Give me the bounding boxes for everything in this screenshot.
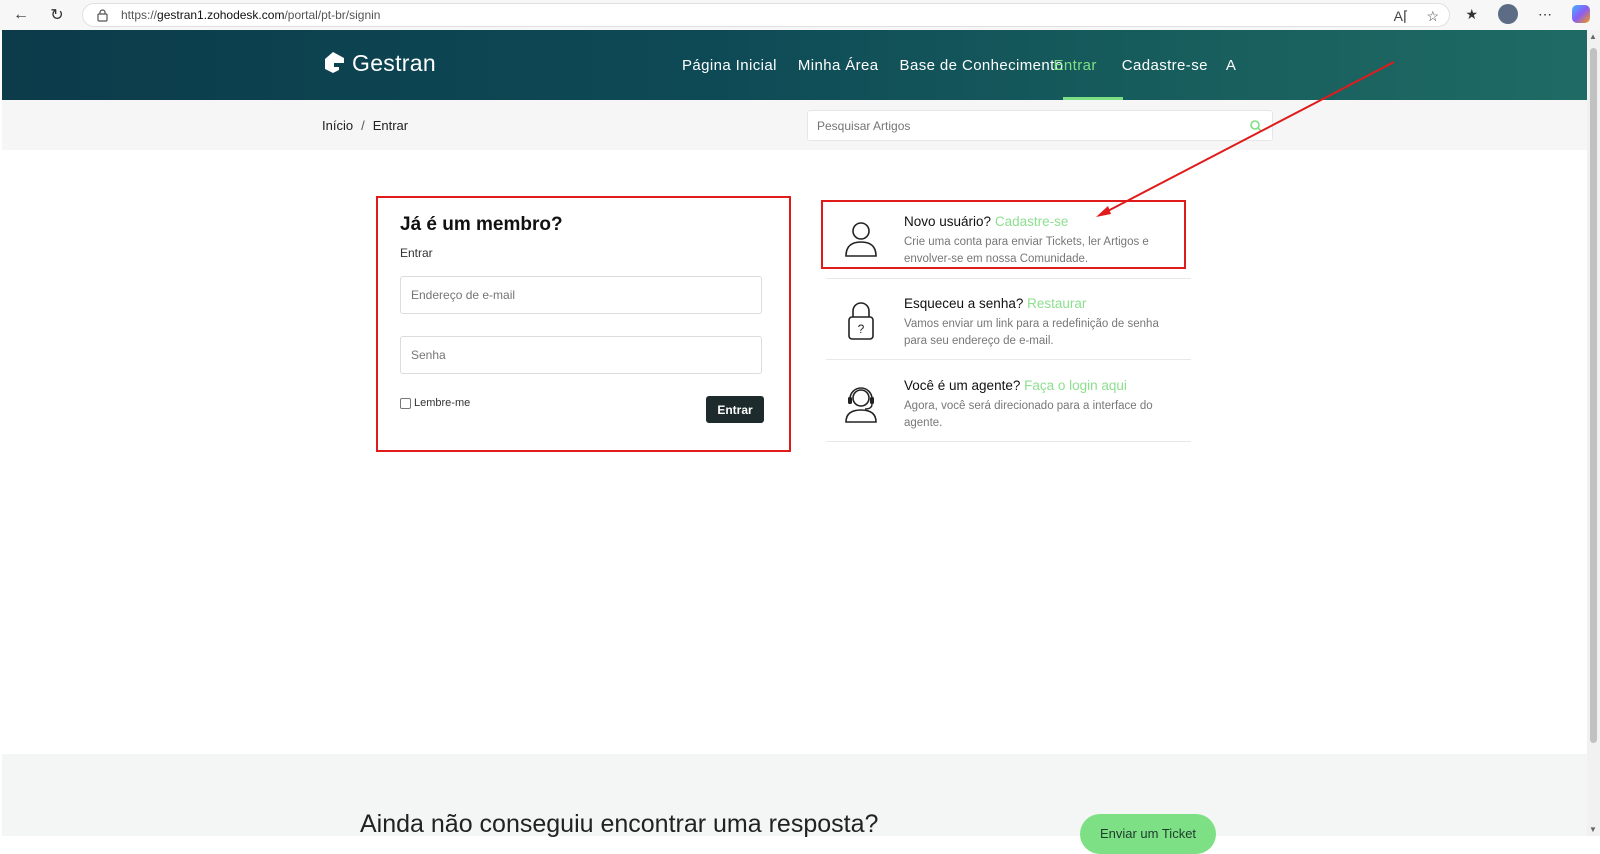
padlock-question-icon: ?	[848, 302, 874, 340]
forgot-password-item: ? Esqueceu a senha? Restaurar Vamos envi…	[826, 284, 1191, 362]
search-input[interactable]	[817, 111, 1237, 140]
scrollbar-thumb[interactable]	[1590, 48, 1597, 743]
read-aloud-icon[interactable]: A⌈	[1394, 8, 1409, 25]
footer: Ainda não conseguiu encontrar uma respos…	[2, 754, 1587, 854]
agent-login-link[interactable]: Faça o login aqui	[1024, 378, 1127, 393]
page-scrollbar[interactable]: ▲ ▼	[1587, 30, 1600, 836]
sign-in-button[interactable]: Entrar	[706, 396, 764, 423]
login-subtitle: Entrar	[400, 246, 433, 260]
restore-link[interactable]: Restaurar	[1027, 296, 1086, 311]
breadcrumb-separator: /	[361, 118, 365, 133]
breadcrumb: Início / Entrar	[322, 118, 408, 133]
font-size-toggle[interactable]: A	[1226, 57, 1236, 74]
more-icon[interactable]: ⋯	[1538, 6, 1552, 23]
main-nav: Página Inicial Minha Área Base de Conhec…	[682, 30, 1257, 100]
submit-ticket-button[interactable]: Enviar um Ticket	[1080, 814, 1216, 854]
nav-my-area[interactable]: Minha Área	[798, 57, 879, 74]
search-box	[807, 110, 1273, 141]
footer-question: Ainda não conseguiu encontrar uma respos…	[360, 810, 879, 838]
login-card: Já é um membro? Entrar Lembre-me Entrar	[376, 196, 791, 452]
browser-toolbar: ← ↻ https://gestran1.zohodesk.com/portal…	[0, 0, 1600, 30]
favorite-star-icon[interactable]: ☆	[1426, 8, 1439, 25]
logo[interactable]: Gestran	[320, 50, 436, 77]
url-text: https://gestran1.zohodesk.com/portal/pt-…	[121, 8, 381, 22]
refresh-icon[interactable]: ↻	[46, 4, 68, 26]
remember-checkbox[interactable]	[400, 397, 411, 409]
copilot-icon[interactable]	[1572, 5, 1590, 23]
remember-label: Lembre-me	[414, 397, 471, 409]
favorites-icon[interactable]: ★	[1465, 6, 1478, 23]
forgot-password-title: Esqueceu a senha? Restaurar	[904, 296, 1087, 311]
agent-title: Você é um agente? Faça o login aqui	[904, 378, 1127, 393]
nav-knowledge-base[interactable]: Base de Conhecimento	[900, 57, 1064, 74]
profile-avatar[interactable]	[1498, 4, 1518, 24]
search-icon[interactable]	[1249, 119, 1262, 132]
breadcrumb-home[interactable]: Início	[322, 118, 353, 133]
lock-icon	[97, 8, 111, 22]
divider	[826, 278, 1191, 279]
remember-me[interactable]: Lembre-me	[400, 397, 470, 409]
nav-sign-up[interactable]: Cadastre-se	[1122, 57, 1208, 74]
breadcrumb-current: Entrar	[372, 118, 409, 133]
gestran-logo-icon	[325, 51, 344, 73]
divider	[826, 359, 1191, 360]
divider	[826, 441, 1191, 442]
headset-agent-icon	[845, 387, 877, 423]
password-input[interactable]	[411, 337, 751, 373]
nav-home[interactable]: Página Inicial	[682, 57, 777, 74]
scroll-up-icon[interactable]: ▲	[1589, 32, 1597, 41]
login-title: Já é um membro?	[400, 214, 563, 235]
back-icon[interactable]: ←	[10, 4, 32, 26]
password-field	[400, 336, 762, 374]
email-input[interactable]	[411, 277, 751, 313]
agent-item: Você é um agente? Faça o login aqui Agor…	[826, 366, 1191, 444]
address-bar[interactable]: https://gestran1.zohodesk.com/portal/pt-…	[82, 3, 1450, 27]
svg-text:?: ?	[858, 322, 865, 336]
annotation-box-signup	[821, 200, 1186, 269]
forgot-password-desc: Vamos enviar um link para a redefinição …	[904, 318, 1159, 347]
logo-text: Gestran	[352, 50, 436, 76]
scroll-down-icon[interactable]: ▼	[1589, 825, 1597, 834]
agent-desc: Agora, você será direcionado para a inte…	[904, 400, 1153, 429]
email-field	[400, 276, 762, 314]
site-header: Gestran Página Inicial Minha Área Base d…	[2, 30, 1587, 100]
nav-sign-in[interactable]: Entrar	[1053, 57, 1096, 74]
subheader: Início / Entrar	[2, 100, 1587, 150]
